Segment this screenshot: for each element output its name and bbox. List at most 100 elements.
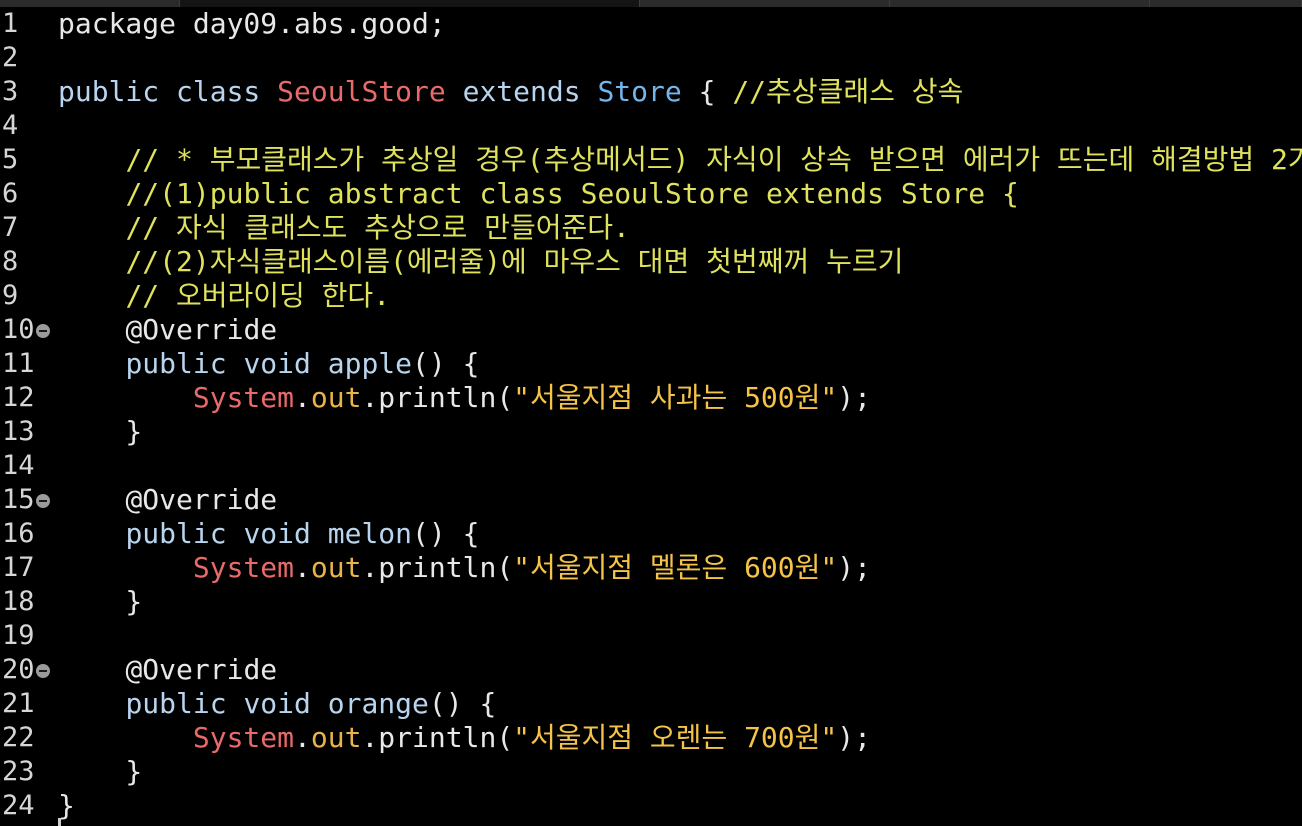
code-text[interactable]: }	[58, 415, 142, 449]
token-mth: apple	[327, 347, 413, 380]
line-number-gutter: 20	[0, 653, 58, 687]
code-text[interactable]: @Override	[58, 313, 277, 347]
token-plain: .println(	[361, 721, 514, 754]
code-line[interactable]: 16 public void melon() {	[0, 517, 1302, 551]
code-text[interactable]: }	[58, 585, 142, 619]
code-text[interactable]: @Override	[58, 483, 277, 517]
fold-collapse-icon[interactable]	[36, 324, 50, 338]
token-cmt: //(1)public abstract class SeoulStore ex…	[125, 177, 1019, 210]
code-line[interactable]: 17 System.out.println("서울지점 멜론은 600원");	[0, 551, 1302, 585]
line-number-gutter: 12	[0, 381, 58, 415]
token-kw: extends	[445, 75, 598, 108]
line-number-gutter: 8	[0, 245, 58, 279]
code-text[interactable]: // 자식 클래스도 추상으로 만들어준다.	[58, 211, 630, 245]
code-text[interactable]: public void melon() {	[58, 517, 479, 551]
code-line[interactable]: 5 // * 부모클래스가 추상일 경우(추상메서드) 자식이 상속 받으면 에…	[0, 143, 1302, 177]
code-line[interactable]: 2	[0, 41, 1302, 75]
code-line[interactable]: 22 System.out.println("서울지점 오렌는 700원");	[0, 721, 1302, 755]
editor-tab[interactable]	[639, 0, 890, 7]
token-plain: );	[837, 381, 871, 414]
code-text[interactable]: @Override	[58, 653, 277, 687]
editor-tab[interactable]	[1149, 0, 1302, 7]
token-plain: .println(	[361, 551, 514, 584]
code-text[interactable]: System.out.println("서울지점 오렌는 700원");	[58, 721, 871, 755]
code-line[interactable]: 14	[0, 449, 1302, 483]
code-line[interactable]: 6 //(1)public abstract class SeoulStore …	[0, 177, 1302, 211]
token-plain: () {	[412, 517, 480, 550]
line-number-gutter: 14	[0, 449, 58, 483]
token-str: "서울지점 사과는 500원"	[513, 381, 838, 414]
code-line[interactable]: 13 }	[0, 415, 1302, 449]
editor-tab[interactable]	[0, 0, 181, 7]
token-str: "서울지점 멜론은 600원"	[513, 551, 838, 584]
code-editor[interactable]: 1 package day09.abs.good; 2 3 public class S…	[0, 7, 1302, 826]
code-text[interactable]: System.out.println("서울지점 사과는 500원");	[58, 381, 871, 415]
code-text[interactable]: //(2)자식클래스이름(에러줄)에 마우스 대면 첫번째꺼 누르기	[58, 245, 903, 279]
token-fld: out	[310, 551, 362, 584]
token-plain: );	[837, 721, 871, 754]
token-cmt: // 오버라이딩 한다.	[125, 279, 391, 312]
line-number: 15	[2, 484, 35, 515]
code-line[interactable]: 21 public void orange() {	[0, 687, 1302, 721]
line-number: 21	[2, 688, 35, 719]
code-line[interactable]: 10 @Override	[0, 313, 1302, 347]
line-number: 23	[2, 756, 35, 787]
code-line[interactable]: 3 public class SeoulStore extends Store {…	[0, 75, 1302, 109]
line-number-gutter: 13	[0, 415, 58, 449]
token-ann: @Override	[125, 313, 278, 346]
token-cls: SeoulStore	[277, 75, 446, 108]
editor-tab[interactable]	[889, 0, 1150, 7]
code-text[interactable]: public void apple() {	[58, 347, 479, 381]
line-number-gutter: 24	[0, 789, 58, 823]
code-text[interactable]: public class SeoulStore extends Store { …	[58, 75, 963, 109]
token-plain: .	[294, 551, 311, 584]
token-plain: );	[837, 551, 871, 584]
code-line[interactable]: 4	[0, 109, 1302, 143]
code-text[interactable]: // * 부모클래스가 추상일 경우(추상메서드) 자식이 상속 받으면 에러가…	[58, 143, 1302, 177]
code-text[interactable]: }	[58, 755, 142, 789]
line-number-gutter: 17	[0, 551, 58, 585]
code-text[interactable]: public void orange() {	[58, 687, 496, 721]
code-line[interactable]: 20 @Override	[0, 653, 1302, 687]
code-text[interactable]: package day09.abs.good;	[58, 7, 446, 41]
fold-collapse-icon[interactable]	[36, 664, 50, 678]
token-plain: package day09.abs.good;	[58, 7, 446, 40]
line-number-gutter: 9	[0, 279, 58, 313]
code-line[interactable]: 9 // 오버라이딩 한다.	[0, 279, 1302, 313]
code-line[interactable]: 1 package day09.abs.good;	[0, 7, 1302, 41]
line-number: 11	[2, 348, 35, 379]
line-number: 3	[2, 76, 19, 107]
token-mth: melon	[327, 517, 413, 550]
code-text[interactable]: System.out.println("서울지점 멜론은 600원");	[58, 551, 871, 585]
code-line[interactable]: 24}	[0, 789, 1302, 823]
code-line[interactable]: 8 //(2)자식클래스이름(에러줄)에 마우스 대면 첫번째꺼 누르기	[0, 245, 1302, 279]
line-number: 8	[2, 246, 19, 277]
token-fld: out	[310, 721, 362, 754]
code-line[interactable]: 15 @Override	[0, 483, 1302, 517]
token-cmt: // 자식 클래스도 추상으로 만들어준다.	[125, 211, 630, 244]
code-line[interactable]: 23 }	[0, 755, 1302, 789]
code-text[interactable]: // 오버라이딩 한다.	[58, 279, 390, 313]
line-number-gutter: 2	[0, 41, 58, 75]
line-number: 2	[2, 42, 19, 73]
code-line[interactable]: 19	[0, 619, 1302, 653]
line-number: 24	[2, 790, 35, 821]
code-line[interactable]: 7 // 자식 클래스도 추상으로 만들어준다.	[0, 211, 1302, 245]
code-text[interactable]: //(1)public abstract class SeoulStore ex…	[58, 177, 1019, 211]
code-line[interactable]: 11 public void apple() {	[0, 347, 1302, 381]
token-sys: System	[192, 551, 295, 584]
code-line[interactable]: 18 }	[0, 585, 1302, 619]
token-plain: .println(	[361, 381, 514, 414]
fold-collapse-icon[interactable]	[36, 494, 50, 508]
token-cmt: // * 부모클래스가 추상일 경우(추상메서드) 자식이 상속 받으면 에러가…	[125, 143, 1302, 176]
editor-tab-active[interactable]	[180, 0, 640, 7]
line-number-gutter: 16	[0, 517, 58, 551]
code-line[interactable]: 12 System.out.println("서울지점 사과는 500원");	[0, 381, 1302, 415]
